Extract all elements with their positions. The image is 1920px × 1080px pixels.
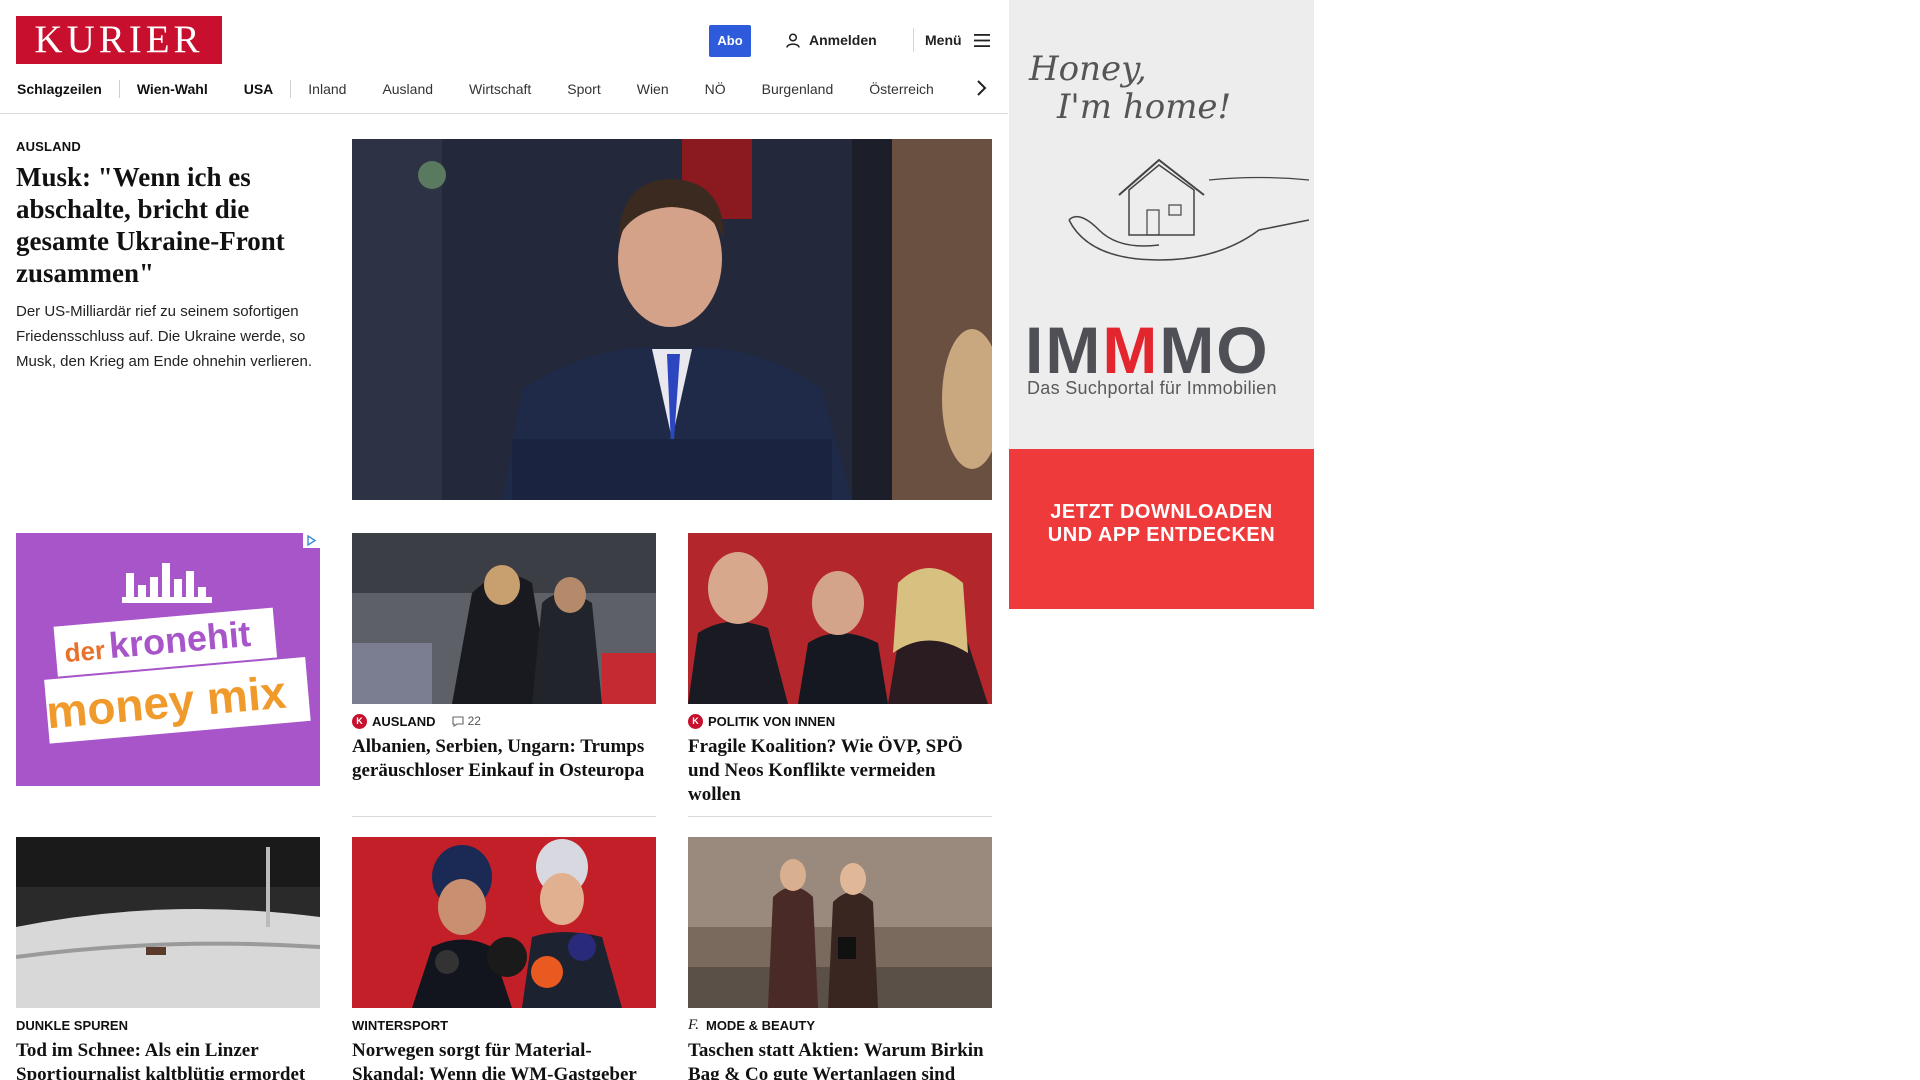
article-headline[interactable]: Taschen statt Aktien: Warum Birkin Bag &… bbox=[688, 1039, 992, 1080]
nav-item-wien[interactable]: Wien bbox=[637, 81, 669, 97]
lead-photo bbox=[352, 139, 992, 500]
kurier-logo[interactable]: KURIER bbox=[16, 16, 222, 64]
lead-story[interactable]: AUSLAND Musk: "Wenn ich es abschalte, br… bbox=[16, 139, 316, 374]
article-card[interactable]: WINTERSPORT Norwegen sorgt für Material-… bbox=[352, 837, 656, 1080]
nav-item-usa[interactable]: USA bbox=[244, 81, 274, 97]
article-image[interactable] bbox=[688, 533, 992, 704]
article-image[interactable] bbox=[352, 837, 656, 1008]
lead-kicker: AUSLAND bbox=[16, 139, 81, 154]
nav-divider-line bbox=[0, 113, 1008, 114]
lead-image[interactable] bbox=[352, 139, 992, 500]
header-divider bbox=[913, 28, 914, 52]
comment-count[interactable]: 22 bbox=[452, 714, 481, 728]
article-photo bbox=[352, 533, 656, 704]
immmo-logo: IMMMO bbox=[1025, 313, 1270, 387]
article-headline[interactable]: Norwegen sorgt für Material-Skandal: Wen… bbox=[352, 1039, 656, 1080]
nav-item-inland[interactable]: Inland bbox=[308, 81, 346, 97]
comment-count-value: 22 bbox=[467, 714, 481, 728]
article-card[interactable]: K POLITIK VON INNEN Fragile Koalition? W… bbox=[688, 533, 992, 817]
login-button[interactable]: Anmelden bbox=[786, 30, 877, 50]
ad-tagline-line1: Honey, bbox=[1029, 49, 1147, 89]
immmo-ad[interactable]: Honey, I'm home! IMMMO Das Suchportal fü… bbox=[1009, 0, 1314, 609]
nav-item-wirtschaft[interactable]: Wirtschaft bbox=[469, 81, 531, 97]
article-photo bbox=[352, 837, 656, 1008]
article-image[interactable] bbox=[16, 837, 320, 1008]
article-headline[interactable]: Albanien, Serbien, Ungarn: Trumps geräus… bbox=[352, 735, 656, 783]
nav-item-wien-wahl[interactable]: Wien-Wahl bbox=[137, 81, 208, 97]
article-meta: WINTERSPORT bbox=[352, 1017, 656, 1033]
article-meta: f. MODE & BEAUTY bbox=[688, 1017, 992, 1033]
menu-label: Menü bbox=[925, 32, 962, 48]
app-download-button[interactable]: JETZT DOWNLOADEN UND APP ENTDECKEN bbox=[1009, 449, 1314, 609]
article-meta: DUNKLE SPUREN bbox=[16, 1017, 320, 1033]
ad-tagline-line2: I'm home! bbox=[1057, 87, 1232, 127]
site-content: KURIER Abo Anmelden Menü Schlagzeilen Wi… bbox=[0, 0, 1008, 1080]
hamburger-icon bbox=[973, 33, 990, 47]
ad-choices-icon[interactable] bbox=[303, 533, 320, 548]
lead-teaser: Der US-Milliardär rief zu seinem soforti… bbox=[16, 303, 313, 370]
article-meta: K AUSLAND 22 bbox=[352, 713, 656, 729]
article-kicker: MODE & BEAUTY bbox=[705, 1017, 816, 1033]
top-bar: KURIER Abo Anmelden Menü bbox=[0, 0, 1008, 72]
article-kicker: POLITIK VON INNEN bbox=[708, 713, 836, 729]
card-divider bbox=[688, 816, 992, 817]
ad-line1: der bbox=[63, 634, 107, 669]
kurier-plus-icon: K bbox=[352, 713, 367, 729]
article-image[interactable] bbox=[352, 533, 656, 704]
article-card[interactable]: DUNKLE SPUREN Tod im Schnee: Als ein Lin… bbox=[16, 837, 320, 1080]
cta-line2: UND APP ENTDECKEN bbox=[1047, 524, 1276, 546]
article-photo bbox=[688, 533, 992, 704]
immmo-subtitle: Das Suchportal für Immobilien bbox=[1027, 378, 1277, 398]
nav-divider bbox=[118, 80, 120, 98]
article-headline[interactable]: Tod im Schnee: Als ein Linzer Sportjourn… bbox=[16, 1039, 320, 1080]
house-in-hand-icon bbox=[1068, 158, 1309, 261]
nav-item-sport[interactable]: Sport bbox=[567, 81, 600, 97]
ad-tagline: Honey, I'm home! bbox=[1029, 50, 1231, 126]
article-photo bbox=[688, 837, 992, 1008]
nav-item-schlagzeilen[interactable]: Schlagzeilen bbox=[17, 81, 102, 97]
nav-item-noe[interactable]: NÖ bbox=[705, 81, 726, 97]
card-divider bbox=[352, 816, 656, 817]
lead-headline[interactable]: Musk: "Wenn ich es abschalte, bricht die… bbox=[16, 161, 316, 289]
article-kicker: DUNKLE SPUREN bbox=[16, 1017, 128, 1033]
article-card[interactable]: f. MODE & BEAUTY Taschen statt Aktien: W… bbox=[688, 837, 992, 1080]
article-kicker: WINTERSPORT bbox=[352, 1017, 449, 1033]
freizeit-icon: f. bbox=[688, 1016, 699, 1033]
nav-divider bbox=[290, 80, 292, 98]
article-image[interactable] bbox=[688, 837, 992, 1008]
menu-button[interactable]: Menü bbox=[925, 30, 990, 50]
kronehit-ad[interactable]: der kronehit money mix bbox=[16, 533, 320, 786]
abo-button[interactable]: Abo bbox=[709, 25, 751, 57]
comment-icon bbox=[452, 715, 464, 727]
nav-item-ausland[interactable]: Ausland bbox=[382, 81, 433, 97]
nav-item-burgenland[interactable]: Burgenland bbox=[762, 81, 834, 97]
article-headline[interactable]: Fragile Koalition? Wie ÖVP, SPÖ und Neos… bbox=[688, 735, 992, 807]
article-photo bbox=[16, 837, 320, 1008]
kurier-plus-icon: K bbox=[688, 713, 703, 729]
user-icon bbox=[786, 32, 800, 48]
nav-item-oesterreich[interactable]: Österreich bbox=[869, 81, 934, 97]
article-meta: K POLITIK VON INNEN bbox=[688, 713, 992, 729]
section-nav: Schlagzeilen Wien-Wahl USA Inland Auslan… bbox=[0, 76, 1008, 102]
cta-line1: JETZT DOWNLOADEN bbox=[1050, 501, 1273, 523]
article-kicker: AUSLAND bbox=[372, 713, 436, 729]
chevron-right-icon[interactable] bbox=[975, 79, 987, 97]
article-card[interactable]: K AUSLAND 22 Albanien, Serbien, Ungarn: … bbox=[352, 533, 656, 817]
login-label: Anmelden bbox=[809, 32, 877, 48]
